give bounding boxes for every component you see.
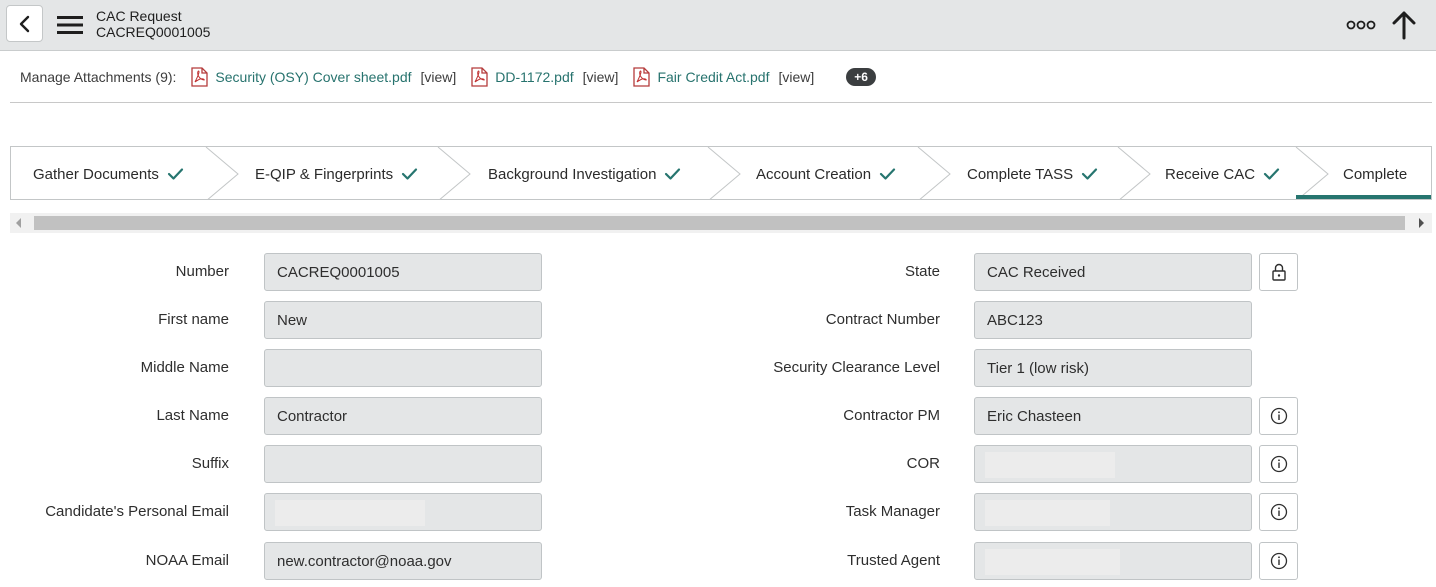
- state-field[interactable]: [974, 253, 1252, 291]
- attachment-item: Security (OSY) Cover sheet.pdf [view]: [190, 67, 456, 87]
- attachment-view-link[interactable]: [view]: [421, 69, 457, 85]
- arrow-up-icon: [1392, 11, 1416, 40]
- scroll-left-arrow-icon[interactable]: [16, 218, 21, 228]
- checkmark-icon: [1082, 168, 1098, 180]
- header-record-number: CACREQ0001005: [96, 24, 211, 40]
- noaa-email-label: NOAA Email: [145, 552, 229, 569]
- trusted-agent-info-button[interactable]: [1259, 542, 1298, 580]
- first-name-label: First name: [158, 311, 229, 328]
- scroll-top-button[interactable]: [1388, 8, 1420, 42]
- stage-label: Receive CAC: [1165, 165, 1256, 183]
- cor-label: COR: [906, 455, 940, 472]
- security-clearance-field[interactable]: [974, 349, 1252, 387]
- header-titles: CAC Request CACREQ0001005: [96, 8, 210, 40]
- last-name-field[interactable]: [264, 397, 542, 435]
- contract-number-field[interactable]: [974, 301, 1252, 339]
- stage-complete[interactable]: Complete: [1343, 147, 1408, 199]
- stage-background-investigation[interactable]: Background Investigation: [488, 147, 681, 199]
- security-clearance-label: Security Clearance Level: [773, 359, 940, 376]
- manage-attachments-label[interactable]: Manage Attachments (9):: [20, 69, 176, 85]
- stage-label: Account Creation: [756, 165, 872, 183]
- stage-account-creation[interactable]: Account Creation: [756, 147, 896, 199]
- stage-gather-documents[interactable]: Gather Documents: [33, 147, 184, 199]
- contract-number-label: Contract Number: [825, 311, 940, 328]
- chevron-left-icon: [19, 15, 29, 32]
- redacted-value: [275, 500, 425, 526]
- stage-label: E-QIP & Fingerprints: [255, 165, 394, 183]
- contractor-pm-info-button[interactable]: [1259, 397, 1298, 435]
- attachment-item: Fair Credit Act.pdf [view]: [632, 67, 814, 87]
- attachment-link[interactable]: DD-1172.pdf: [495, 69, 573, 85]
- cor-field[interactable]: [974, 445, 1252, 483]
- pdf-file-icon: [191, 67, 209, 87]
- attachment-view-link[interactable]: [view]: [778, 69, 814, 85]
- personal-email-field[interactable]: [264, 493, 542, 531]
- attachments-bar: Manage Attachments (9): Security (OSY) C…: [20, 66, 876, 88]
- hamburger-menu-icon: [57, 16, 83, 34]
- stage-complete-tass[interactable]: Complete TASS: [967, 147, 1098, 199]
- info-icon: [1270, 503, 1287, 521]
- horizontal-scrollbar[interactable]: [10, 213, 1432, 233]
- redacted-value: [985, 452, 1115, 478]
- last-name-label: Last Name: [156, 407, 229, 424]
- stage-label: Complete TASS: [967, 165, 1074, 183]
- state-lock-button[interactable]: [1259, 253, 1298, 291]
- checkmark-icon: [167, 168, 183, 180]
- back-button[interactable]: [6, 5, 43, 42]
- header-title: CAC Request: [96, 8, 182, 24]
- stage-label: Complete: [1343, 165, 1408, 183]
- middle-name-field[interactable]: [264, 349, 542, 387]
- stage-label: Gather Documents: [33, 165, 159, 183]
- suffix-label: Suffix: [191, 455, 229, 472]
- info-icon: [1270, 552, 1287, 570]
- redacted-value: [985, 549, 1120, 575]
- stage-receive-cac[interactable]: Receive CAC: [1165, 147, 1280, 199]
- checkmark-icon: [1263, 168, 1280, 180]
- process-flow: Gather Documents E-QIP & Fingerprints Ba…: [10, 146, 1432, 200]
- number-label: Number: [175, 263, 229, 280]
- number-field[interactable]: [264, 253, 542, 291]
- info-icon: [1270, 455, 1287, 473]
- checkmark-icon: [879, 168, 896, 180]
- stage-eqip-fingerprints[interactable]: E-QIP & Fingerprints: [255, 147, 418, 199]
- attachment-item: DD-1172.pdf [view]: [470, 67, 618, 87]
- menu-button[interactable]: [55, 12, 85, 38]
- suffix-field[interactable]: [264, 445, 542, 483]
- noaa-email-field[interactable]: [264, 542, 542, 580]
- first-name-field[interactable]: [264, 301, 542, 339]
- active-stage-indicator: [1296, 195, 1431, 199]
- pdf-file-icon: [471, 67, 488, 87]
- scroll-right-arrow-icon[interactable]: [1419, 218, 1424, 228]
- contractor-pm-label: Contractor PM: [843, 407, 940, 424]
- info-icon: [1270, 407, 1287, 425]
- task-manager-field[interactable]: [974, 493, 1252, 531]
- state-label: State: [904, 263, 940, 280]
- more-options-button[interactable]: [1345, 14, 1377, 36]
- middle-name-label: Middle Name: [140, 359, 229, 376]
- task-manager-info-button[interactable]: [1259, 493, 1298, 531]
- personal-email-label: Candidate's Personal Email: [45, 503, 229, 520]
- task-manager-label: Task Manager: [845, 503, 940, 520]
- divider: [10, 102, 1432, 103]
- cor-info-button[interactable]: [1259, 445, 1298, 483]
- attachment-link[interactable]: Security (OSY) Cover sheet.pdf: [215, 69, 411, 85]
- scrollbar-thumb[interactable]: [34, 216, 1405, 230]
- attachment-link[interactable]: Fair Credit Act.pdf: [657, 69, 769, 85]
- trusted-agent-field[interactable]: [974, 542, 1252, 580]
- more-attachments-badge[interactable]: +6: [846, 68, 876, 86]
- trusted-agent-label: Trusted Agent: [847, 552, 940, 569]
- pdf-file-icon: [633, 67, 651, 87]
- checkmark-icon: [402, 168, 418, 180]
- contractor-pm-field[interactable]: [974, 397, 1252, 435]
- lock-icon: [1271, 263, 1286, 281]
- redacted-value: [985, 500, 1110, 526]
- more-options-icon: [1346, 20, 1376, 30]
- form-header: CAC Request CACREQ0001005: [0, 0, 1436, 51]
- stage-label: Background Investigation: [488, 165, 657, 183]
- checkmark-icon: [665, 168, 681, 180]
- attachment-view-link[interactable]: [view]: [583, 69, 619, 85]
